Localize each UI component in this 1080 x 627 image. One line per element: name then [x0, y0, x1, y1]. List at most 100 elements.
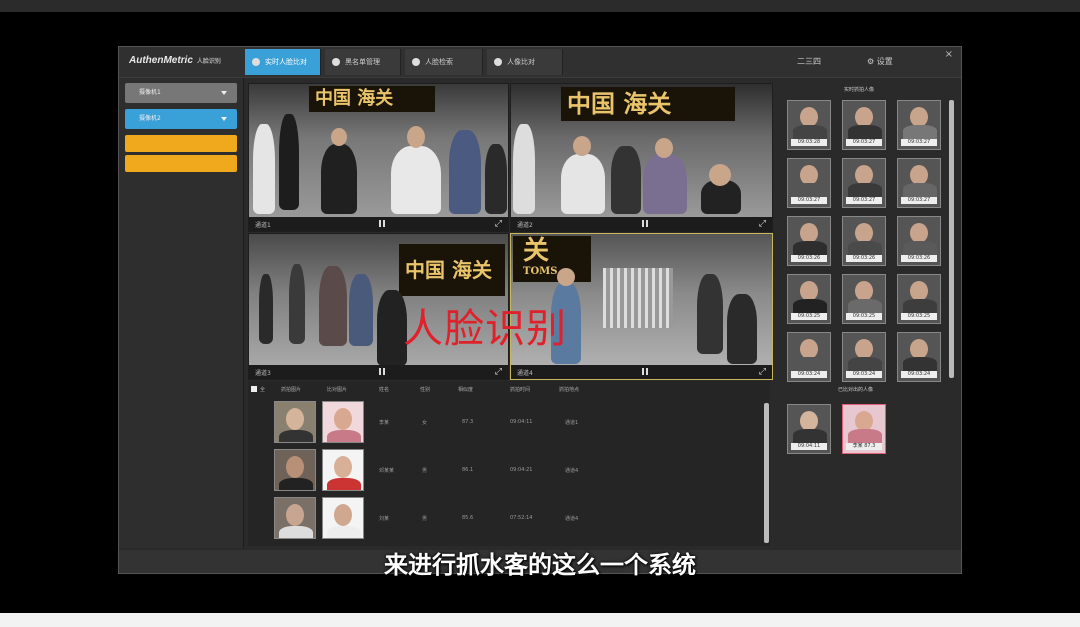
thumb-caption: 09:03:25: [846, 313, 882, 320]
video-controls: 通道3 ⤢: [249, 365, 508, 379]
list-icon: [332, 58, 340, 66]
face-body: [848, 357, 882, 371]
thumb-caption: 09:03:28: [791, 139, 827, 146]
thumb-caption: 09:03:27: [846, 197, 882, 204]
face-head: [910, 281, 928, 301]
tab-face-search[interactable]: 人脸检索: [405, 49, 483, 75]
cell-gender: 女: [422, 420, 428, 426]
person: [697, 274, 723, 354]
tab-label: 人脸检索: [425, 58, 453, 66]
captured-face-thumb[interactable]: 09:03:24: [787, 332, 831, 382]
captured-face-thumb[interactable]: 09:03:27: [842, 100, 886, 150]
chevron-down-icon: [221, 91, 227, 95]
panel-scrollbar[interactable]: [949, 100, 954, 378]
person: [319, 266, 347, 346]
person-head: [557, 268, 575, 286]
tab-realtime-compare[interactable]: 实时人脸比对: [245, 49, 321, 75]
video-bottom-bar: [0, 613, 1080, 627]
face-head: [334, 504, 352, 526]
pause-icon[interactable]: [641, 368, 648, 375]
thumb-caption: 09:03:27: [791, 197, 827, 204]
fullscreen-icon[interactable]: ⤢: [759, 367, 766, 377]
list-scrollbar[interactable]: [764, 403, 769, 543]
fullscreen-icon[interactable]: ⤢: [759, 219, 766, 229]
globe-icon: [494, 58, 502, 66]
captured-face-thumb[interactable]: 09:03:27: [897, 158, 941, 208]
pause-icon[interactable]: [378, 368, 385, 375]
face-head: [855, 339, 873, 359]
face-head: [800, 339, 818, 359]
sidebar-item-channel-a[interactable]: [125, 135, 237, 152]
video-subtitle: 来进行抓水客的这么一个系统: [384, 551, 696, 579]
face-head: [334, 408, 352, 430]
sidebar-item-camera-1[interactable]: 摄像机1: [125, 83, 237, 103]
cell-gender: 男: [422, 516, 428, 522]
captured-face-thumb[interactable]: 09:03:24: [842, 332, 886, 382]
pause-icon[interactable]: [378, 220, 385, 227]
select-all-checkbox[interactable]: [251, 386, 257, 392]
captured-face-thumb[interactable]: 09:03:25: [897, 274, 941, 324]
fullscreen-icon[interactable]: ⤢: [495, 219, 502, 229]
captured-face-thumb[interactable]: 09:03:26: [897, 216, 941, 266]
user-icon: [252, 58, 260, 66]
face-body: [793, 183, 827, 197]
sidebar-item-camera-2[interactable]: 摄像机2: [125, 109, 237, 129]
face-body: [903, 357, 937, 371]
person: [391, 146, 441, 214]
captured-face-thumb[interactable]: 09:03:26: [787, 216, 831, 266]
person: [349, 274, 373, 346]
face-head: [910, 165, 928, 185]
app-logo: AuthenMetric 人脸识别: [129, 55, 221, 66]
reference-face-image: [322, 401, 364, 443]
column-header: 姓名: [379, 387, 390, 393]
thumb-caption: 09:03:26: [846, 255, 882, 262]
sidebar-item-label: 摄像机1: [139, 89, 161, 96]
video-label: 通道2: [517, 222, 533, 229]
tab-blacklist[interactable]: 黑名单管理: [325, 49, 401, 75]
face-head: [910, 107, 928, 127]
fullscreen-icon[interactable]: ⤢: [495, 367, 502, 377]
tab-portrait-compare[interactable]: 人像比对: [487, 49, 563, 75]
search-icon: [412, 58, 420, 66]
video-feed-2[interactable]: 中国 海关 通道2 ⤢: [510, 83, 773, 232]
captured-face-image: [274, 497, 316, 539]
captured-face-thumb[interactable]: 09:03:27: [787, 158, 831, 208]
face-head: [286, 504, 304, 526]
reference-face-image: [322, 497, 364, 539]
logo-text: AuthenMetric: [129, 55, 193, 66]
thumb-caption: 09:04:11: [791, 443, 827, 450]
video-label: 通道3: [255, 370, 271, 377]
face-body: [327, 478, 361, 490]
captured-face-thumb[interactable]: 09:03:25: [787, 274, 831, 324]
captured-face-thumb[interactable]: 09:03:26: [842, 216, 886, 266]
face-body: [848, 429, 882, 443]
display-layout-button[interactable]: 二三四: [797, 56, 821, 67]
matched-face-thumb[interactable]: 李某 87.3: [842, 404, 886, 454]
face-body: [903, 299, 937, 313]
captured-face-thumb[interactable]: 09:03:27: [897, 100, 941, 150]
face-body: [903, 125, 937, 139]
face-body: [793, 357, 827, 371]
close-icon[interactable]: ×: [945, 49, 953, 60]
settings-button[interactable]: ⚙ 设置: [867, 56, 893, 67]
app-header: AuthenMetric 人脸识别 实时人脸比对 黑名单管理 人脸检索 人像比对 …: [119, 47, 961, 78]
captured-face-thumb[interactable]: 09:03:25: [842, 274, 886, 324]
matched-face-thumb[interactable]: 09:04:11: [787, 404, 831, 454]
face-head: [800, 281, 818, 301]
person: [289, 264, 305, 344]
person: [321, 144, 357, 214]
face-body: [848, 183, 882, 197]
video-feed-1[interactable]: 中国 海关 通道1 ⤢: [248, 83, 509, 232]
face-body: [848, 241, 882, 255]
thumb-caption: 09:03:26: [901, 255, 937, 262]
captured-face-thumb[interactable]: 09:03:27: [842, 158, 886, 208]
person: [727, 294, 757, 364]
pause-icon[interactable]: [641, 220, 648, 227]
captured-face-thumb[interactable]: 09:03:28: [787, 100, 831, 150]
column-header: 抓拍图片: [281, 387, 302, 393]
captured-face-thumb[interactable]: 09:03:24: [897, 332, 941, 382]
cell-place: 通道4: [565, 468, 579, 474]
person: [611, 146, 641, 214]
thumb-caption: 09:03:24: [791, 371, 827, 378]
sidebar-item-channel-b[interactable]: [125, 155, 237, 172]
